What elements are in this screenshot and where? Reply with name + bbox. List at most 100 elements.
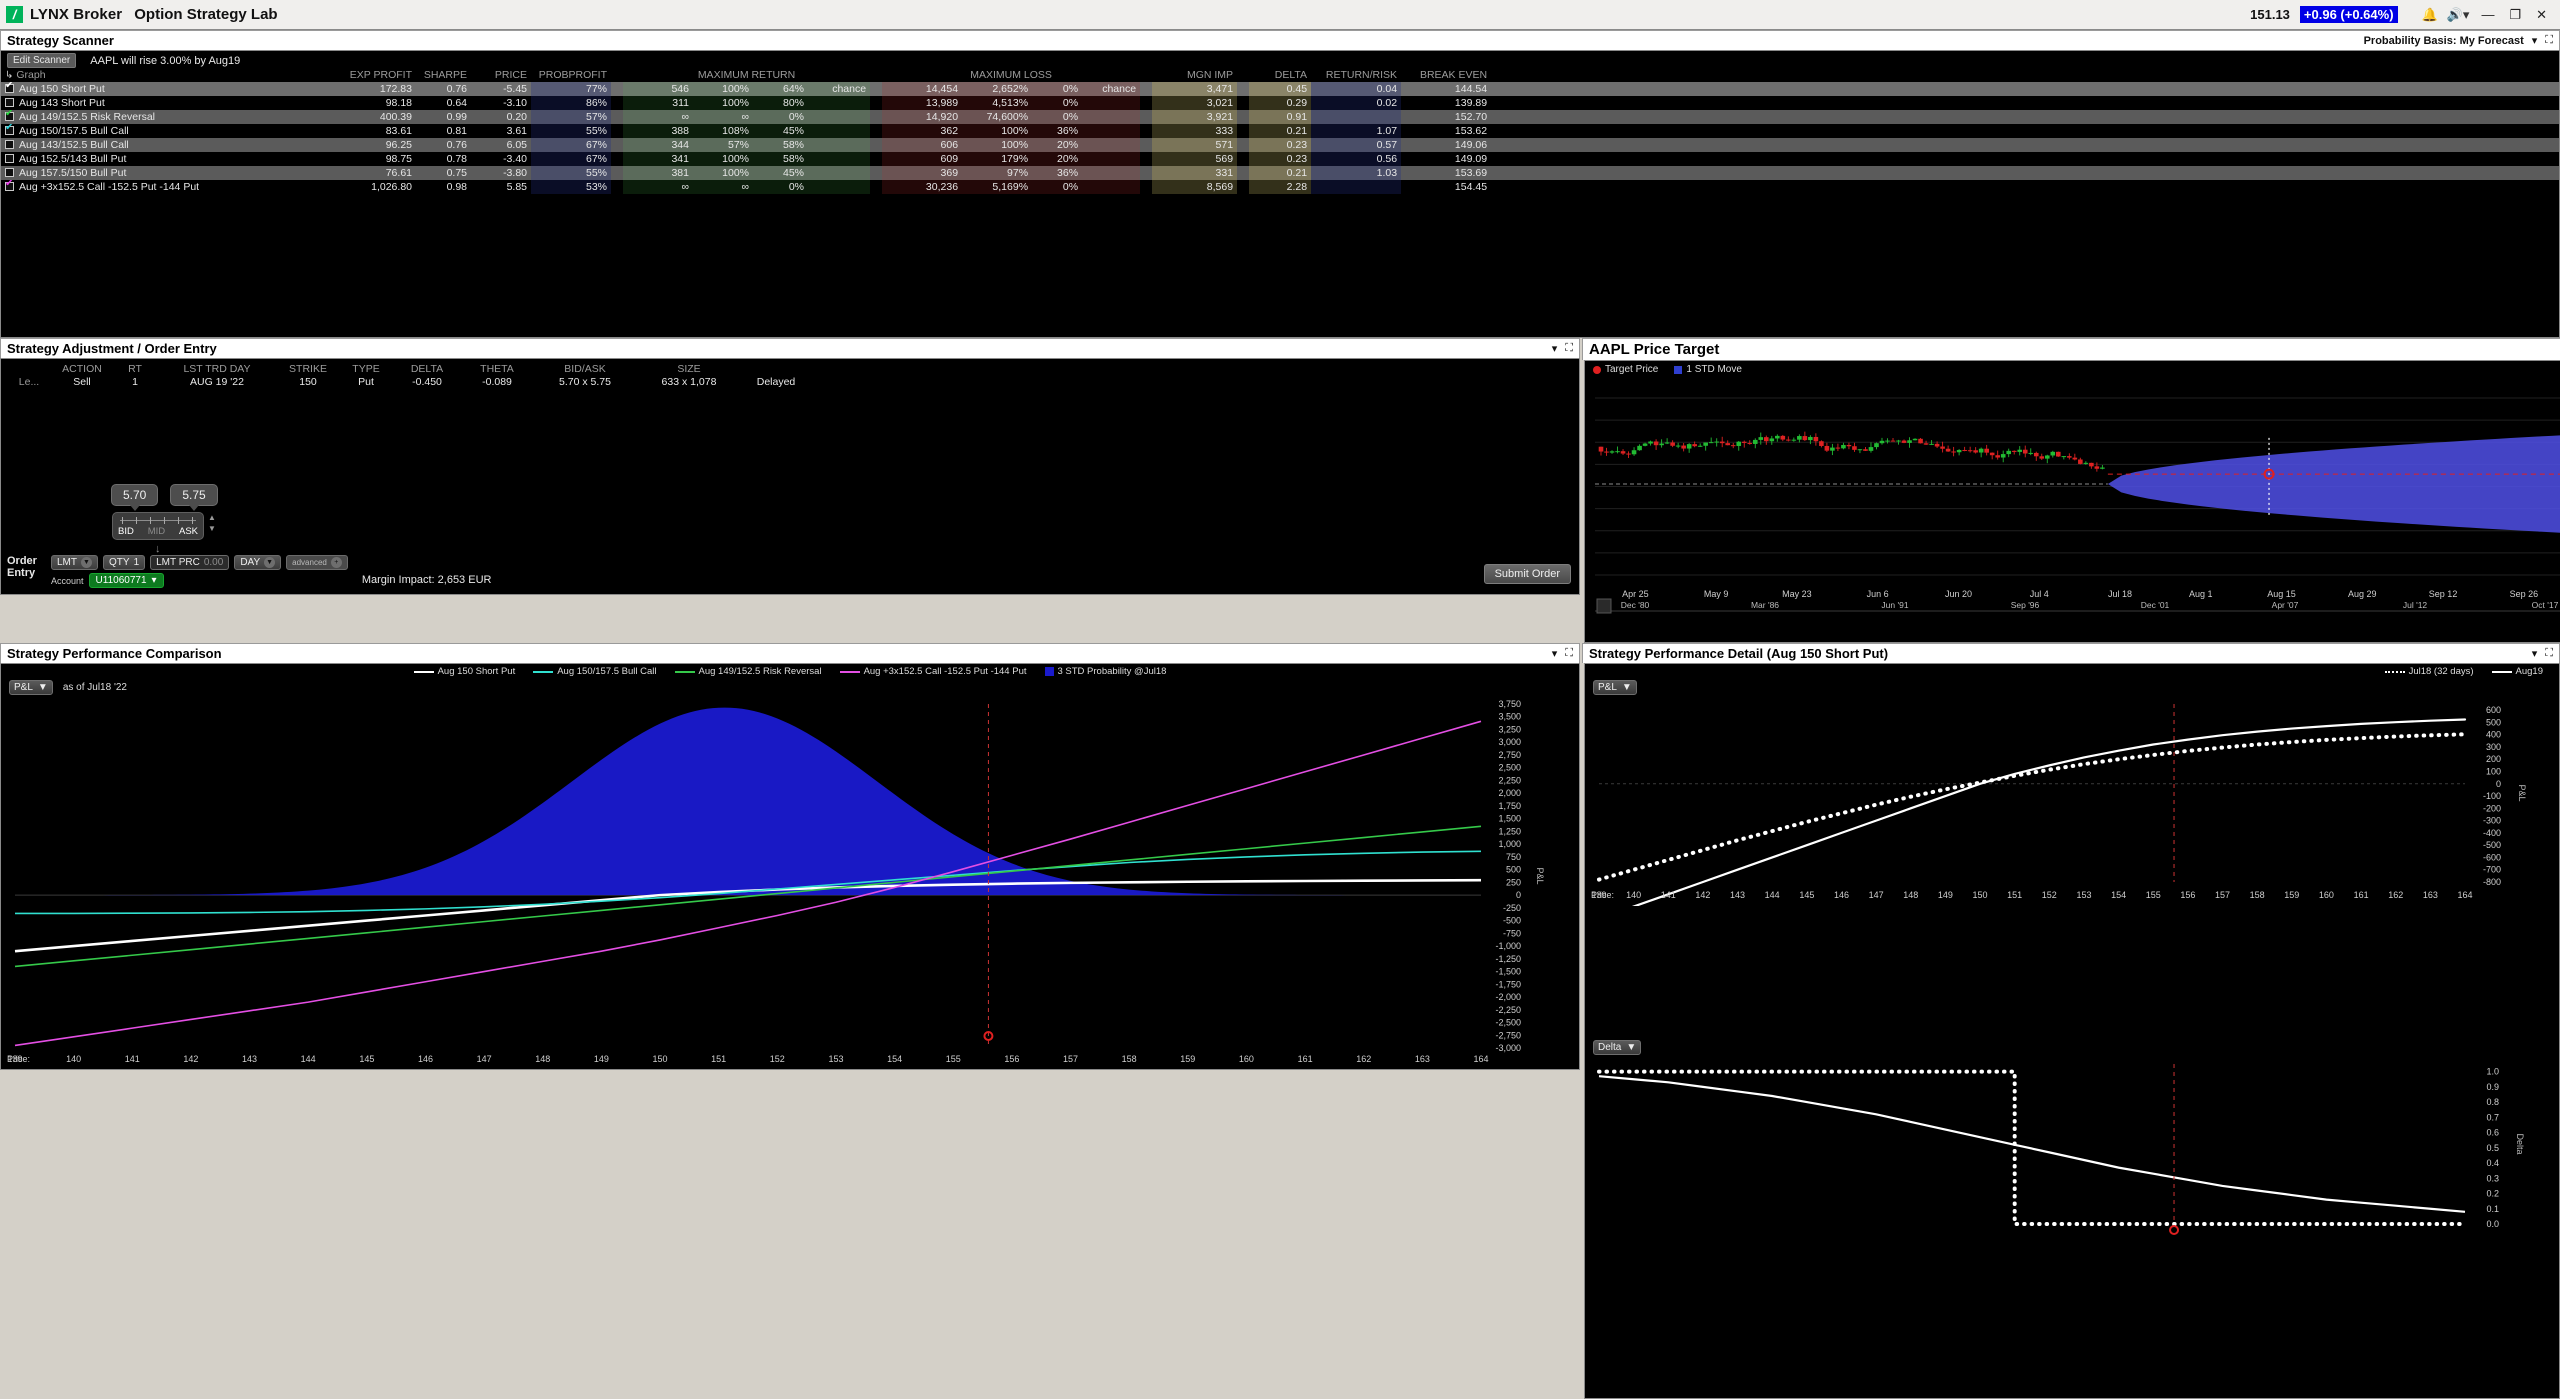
- order-type-dropdown[interactable]: LMT ▼: [51, 555, 98, 570]
- maximize-button[interactable]: ❐: [2506, 7, 2524, 23]
- legend-swatch-icon: [674, 670, 695, 673]
- price-stepper[interactable]: ▲ ▼: [208, 506, 216, 540]
- col-delta[interactable]: DELTA: [1249, 68, 1312, 82]
- collapse-icon-comparison[interactable]: ▾: [1552, 647, 1558, 660]
- expand-icon-order[interactable]: ⛶: [1565, 342, 1573, 355]
- ask-bubble[interactable]: 5.75: [170, 484, 218, 511]
- table-row[interactable]: Aug 150/157.5 Bull Call83.610.813.6155% 3…: [1, 124, 2559, 138]
- expand-icon-comparison[interactable]: ⛶: [1565, 647, 1573, 660]
- col-mgn-imp[interactable]: MGN IMP: [1152, 68, 1238, 82]
- quantity-field[interactable]: QTY 1: [103, 555, 146, 570]
- leg-action[interactable]: Sell: [51, 376, 113, 388]
- col-maximum-return[interactable]: MAXIMUM RETURN: [623, 68, 871, 82]
- col-sharpe[interactable]: SHARPE: [416, 68, 471, 82]
- scanner-description: AAPL will rise 3.00% by Aug19: [90, 54, 241, 67]
- order-leg-row[interactable]: Le... Sell 1 AUG 19 '22 150 Put -0.450 -…: [1, 375, 1579, 388]
- row-checkbox[interactable]: [5, 110, 14, 121]
- price-target-chart[interactable]: 190.00180.00170.00160.00150.00140.00130.…: [1585, 375, 2560, 642]
- time-in-force-dropdown[interactable]: DAY ▼: [234, 555, 282, 570]
- svg-text:-1,500: -1,500: [1495, 967, 1521, 977]
- account-dropdown[interactable]: U11060771 ▾: [88, 573, 164, 588]
- comparison-mode-dropdown[interactable]: P&L ▼: [9, 680, 53, 695]
- svg-text:3,250: 3,250: [1498, 724, 1521, 734]
- table-row[interactable]: Aug 143 Short Put 98.18 0.64 -3.10 86% 311 100…: [1, 96, 2559, 110]
- svg-text:158: 158: [1122, 1054, 1137, 1064]
- table-row[interactable]: Aug 157.5/150 Bull Put 76.61 0.75 -3.80 55% 3…: [1, 166, 2559, 180]
- chevron-down-icon[interactable]: ▾: [2532, 34, 2538, 47]
- svg-text:1,500: 1,500: [1498, 814, 1521, 824]
- minimize-button[interactable]: —: [2478, 7, 2497, 22]
- legend-swatch-icon: [413, 670, 434, 673]
- detail-pnl-chart[interactable]: 600 500 400 300 200 100 0 -100 -200 -300 -400 -500 -…: [1585, 696, 2559, 1039]
- leg-rt[interactable]: 1: [113, 376, 157, 388]
- row-checkbox[interactable]: [5, 82, 14, 93]
- col-maximum-loss[interactable]: MAXIMUM LOSS: [882, 68, 1141, 82]
- expand-icon[interactable]: ⛶: [2545, 34, 2553, 47]
- svg-text:163: 163: [1415, 1054, 1430, 1064]
- close-button[interactable]: ✕: [2533, 7, 2550, 23]
- svg-text:Jul 18: Jul 18: [2108, 589, 2132, 599]
- col-break-even[interactable]: BREAK EVEN: [1401, 68, 1492, 82]
- expand-icon-detail[interactable]: ⛶: [2545, 647, 2553, 660]
- bell-icon[interactable]: 🔔: [2422, 8, 2438, 21]
- collapse-icon[interactable]: ▾: [1552, 342, 1558, 355]
- probability-basis-dropdown[interactable]: Probability Basis: My Forecast: [2364, 35, 2524, 47]
- slider-bid-label[interactable]: BID: [118, 526, 134, 537]
- slider-ask-label[interactable]: ASK: [179, 526, 198, 537]
- row-checkbox[interactable]: [5, 154, 14, 163]
- row-checkbox[interactable]: [5, 98, 14, 107]
- table-row[interactable]: Aug 143/152.5 Bull Call 96.25 0.76 6.05 67% 3…: [1, 138, 2559, 152]
- table-cell: [1491, 138, 2559, 152]
- svg-text:300: 300: [2486, 742, 2501, 752]
- col-return-risk[interactable]: RETURN/RISK: [1311, 68, 1402, 82]
- leg-strike[interactable]: 150: [277, 376, 339, 388]
- svg-text:157: 157: [2215, 890, 2230, 900]
- apply-arrow-icon[interactable]: ↓: [155, 543, 161, 555]
- speaker-icon[interactable]: 🔊▾: [2447, 8, 2470, 21]
- table-row[interactable]: Aug 152.5/143 Bull Put 98.75 0.78 -3.40 67% 3…: [1, 152, 2559, 166]
- edit-scanner-button[interactable]: Edit Scanner: [7, 53, 77, 68]
- svg-text:161: 161: [1298, 1054, 1313, 1064]
- stepper-down-icon[interactable]: ▼: [208, 524, 216, 533]
- detail-delta-chart[interactable]: 1.0 0.9 0.8 0.7 0.6 0.5 0.4 0.3 0.2 0.1 0.0 Delta: [1585, 1056, 2559, 1399]
- row-checkbox[interactable]: [5, 180, 14, 191]
- svg-text:P&L: P&L: [1535, 867, 1545, 884]
- stepper-up-icon[interactable]: ▲: [208, 513, 216, 522]
- col-probprofit[interactable]: PROBPROFIT: [531, 68, 611, 82]
- legend-item: 3 STD Probability @Jul18: [1044, 666, 1166, 677]
- hdr-type: TYPE: [352, 363, 380, 375]
- row-checkbox[interactable]: [5, 168, 14, 177]
- limit-price-field[interactable]: LMT PRC 0.00: [150, 555, 230, 570]
- table-cell: [1491, 152, 2559, 166]
- col-graph[interactable]: ↳ Graph: [1, 68, 341, 82]
- table-cell: [1082, 138, 1141, 152]
- detail-delta-dropdown[interactable]: Delta ▼: [1593, 1039, 1642, 1055]
- table-cell: 311: [623, 96, 693, 110]
- table-row[interactable]: Aug +3x152.5 Call -152.5 Put -144 Put1,0…: [1, 180, 2559, 194]
- table-cell: 381: [623, 166, 693, 180]
- comparison-chart[interactable]: 3,750 3,500 3,250 3,000 2,750 2,500 2,250 2,000…: [1, 696, 1579, 1069]
- detail-pnl-dropdown[interactable]: P&L ▼: [1593, 680, 1637, 695]
- row-checkbox[interactable]: [5, 124, 14, 135]
- table-cell: 0.23: [1249, 152, 1312, 166]
- table-cell: [808, 166, 871, 180]
- performance-detail-panel: Jul18 (32 days) Aug19 P&L ▼ 600 500 400 300 20…: [1584, 663, 2560, 1399]
- table-row[interactable]: Aug 150 Short Put172.830.76-5.4577% 54610…: [1, 82, 2559, 96]
- collapse-icon-detail[interactable]: ▾: [2532, 647, 2538, 660]
- legend-label: Jul18 (32 days): [2408, 666, 2474, 677]
- table-cell: [1311, 180, 1402, 194]
- row-checkbox[interactable]: [5, 140, 14, 149]
- advanced-button[interactable]: advanced +: [286, 555, 348, 570]
- leg-lst-trd-day[interactable]: AUG 19 '22: [157, 376, 277, 388]
- col-price[interactable]: PRICE: [471, 68, 531, 82]
- table-cell: 67%: [531, 138, 611, 152]
- table-row[interactable]: Aug 149/152.5 Risk Reversal400.390.990.2…: [1, 110, 2559, 124]
- slider-track[interactable]: [118, 516, 198, 525]
- slider-mid-label[interactable]: MID: [148, 526, 165, 537]
- bid-bubble[interactable]: 5.70: [111, 484, 159, 511]
- svg-text:159: 159: [2284, 890, 2299, 900]
- submit-order-button[interactable]: Submit Order: [1483, 564, 1571, 584]
- leg-type[interactable]: Put: [339, 376, 393, 388]
- col-exp-profit[interactable]: EXP PROFIT: [341, 68, 416, 82]
- bid-mid-ask-slider[interactable]: BID MID ASK: [112, 512, 204, 540]
